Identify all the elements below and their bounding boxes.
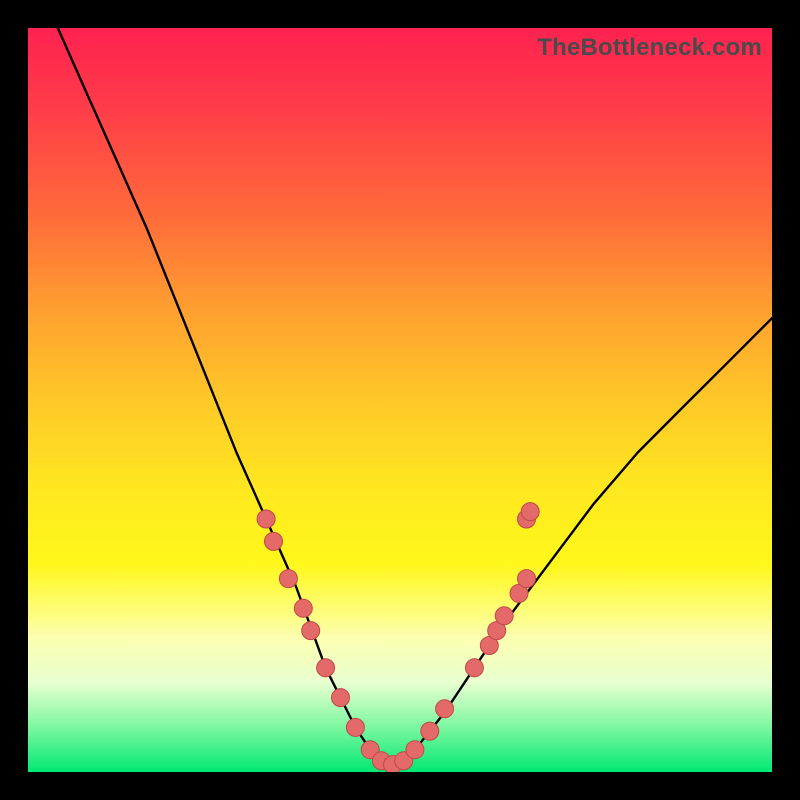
marker-layer	[257, 503, 539, 772]
data-marker	[406, 741, 424, 759]
data-marker	[346, 718, 364, 736]
data-marker	[317, 659, 335, 677]
data-marker	[302, 622, 320, 640]
bottleneck-curve-path	[58, 28, 772, 765]
data-marker	[436, 700, 454, 718]
data-marker	[465, 659, 483, 677]
data-marker	[421, 722, 439, 740]
data-marker	[518, 570, 536, 588]
data-marker	[279, 570, 297, 588]
data-marker	[257, 510, 275, 528]
curve-layer	[58, 28, 772, 765]
data-marker	[294, 599, 312, 617]
data-marker	[265, 532, 283, 550]
data-marker	[332, 689, 350, 707]
chart-frame: TheBottleneck.com	[0, 0, 800, 800]
plot-area: TheBottleneck.com	[28, 28, 772, 772]
chart-svg	[28, 28, 772, 772]
data-marker	[495, 607, 513, 625]
data-marker	[521, 503, 539, 521]
